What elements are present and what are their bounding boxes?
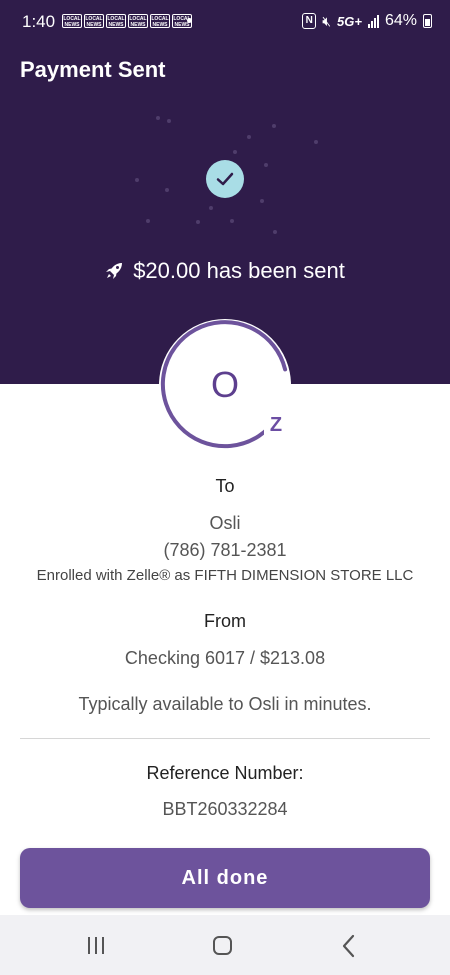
local-news-icon: LOCAL NEWS bbox=[84, 14, 104, 28]
notification-icons: LOCAL NEWS LOCAL NEWS LOCAL NEWS LOCAL N… bbox=[62, 14, 192, 28]
home-icon[interactable] bbox=[213, 936, 232, 955]
zelle-enrollment: Enrolled with Zelle® as FIFTH DIMENSION … bbox=[36, 567, 414, 584]
system-nav-bar bbox=[0, 915, 450, 975]
nfc-icon: N bbox=[302, 13, 317, 29]
back-icon[interactable] bbox=[340, 933, 358, 959]
status-time: 1:40 bbox=[22, 12, 56, 31]
reference-number: BBT260332284 bbox=[162, 799, 288, 819]
network-type: 5G+ bbox=[337, 13, 362, 29]
reference-label: Reference Number: bbox=[146, 763, 304, 783]
page-title: Payment Sent bbox=[20, 57, 166, 82]
local-news-icon: LOCAL NEWS bbox=[106, 14, 126, 28]
recipient-name: Osli bbox=[209, 513, 241, 533]
signal-icon bbox=[367, 14, 379, 28]
more-notifications-dot-icon bbox=[187, 18, 192, 23]
to-label: To bbox=[215, 476, 235, 496]
local-news-icon: LOCAL NEWS bbox=[128, 14, 148, 28]
status-indicators: N 🔇︎ 5G+ 64% bbox=[302, 12, 432, 30]
status-bar: 1:40 LOCAL NEWS LOCAL NEWS LOCAL NEWS LO… bbox=[0, 0, 450, 42]
divider bbox=[20, 738, 430, 739]
recipient-phone: (786) 781-2381 bbox=[163, 540, 287, 560]
local-news-icon: LOCAL NEWS bbox=[62, 14, 82, 28]
rocket-icon bbox=[106, 263, 123, 279]
battery-icon bbox=[423, 14, 432, 28]
from-label: From bbox=[204, 611, 246, 631]
all-done-button[interactable]: All done bbox=[20, 848, 430, 908]
local-news-icon: LOCAL NEWS bbox=[150, 14, 170, 28]
availability-note: Typically available to Osli in minutes. bbox=[78, 694, 372, 714]
zelle-logo-icon: Z bbox=[264, 412, 288, 438]
recent-apps-icon[interactable] bbox=[88, 937, 104, 954]
battery-percent: 64% bbox=[384, 12, 417, 29]
sent-confirmation: $20.00 has been sent bbox=[0, 258, 450, 284]
mute-icon: 🔇︎ bbox=[322, 12, 332, 29]
checkmark-icon bbox=[206, 160, 244, 198]
source-account: Checking 6017 / $213.08 bbox=[124, 648, 326, 668]
sent-amount-message: $20.00 has been sent bbox=[133, 258, 345, 283]
